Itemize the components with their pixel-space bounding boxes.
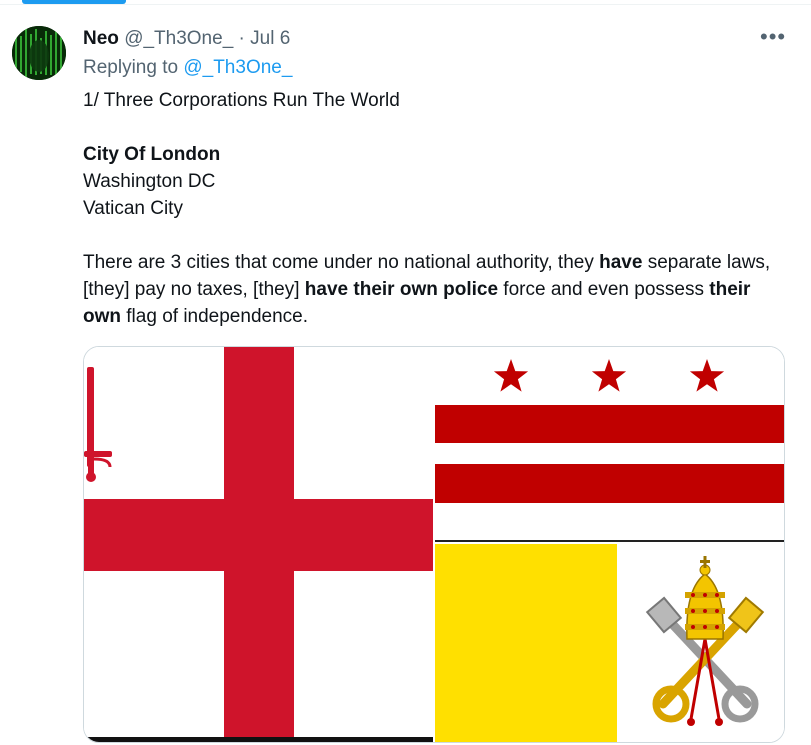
separator-dot: · [238,28,245,49]
city-2: Washington DC [83,171,216,192]
tweet-date[interactable]: Jul 6 [250,28,290,49]
avatar[interactable] [12,26,66,80]
vatican-city-flag[interactable] [435,544,784,742]
avatar-image [12,26,66,80]
author-handle[interactable]: @_Th3One_ [124,28,233,49]
tweet-paragraph: There are 3 cities that come under no na… [83,252,771,327]
divider [0,4,811,5]
city-3: Vatican City [83,198,183,219]
more-options-icon[interactable]: ••• [760,26,786,48]
replying-handle-link[interactable]: @_Th3One_ [183,57,292,78]
tweet-text: 1/ Three Corporations Run The World City… [83,87,783,330]
city-of-london-flag[interactable] [84,347,433,742]
tweet-media[interactable] [83,346,785,743]
tweet-line-1: 1/ Three Corporations Run The World [83,90,400,111]
replying-prefix: Replying to [83,57,179,78]
washington-dc-flag[interactable] [435,347,784,542]
tweet-header: Neo @_Th3One_ · Jul 6 [83,27,290,51]
city-1: City Of London [83,144,221,165]
author-name[interactable]: Neo [83,28,119,49]
replying-to: Replying to @_Th3One_ [83,56,292,80]
